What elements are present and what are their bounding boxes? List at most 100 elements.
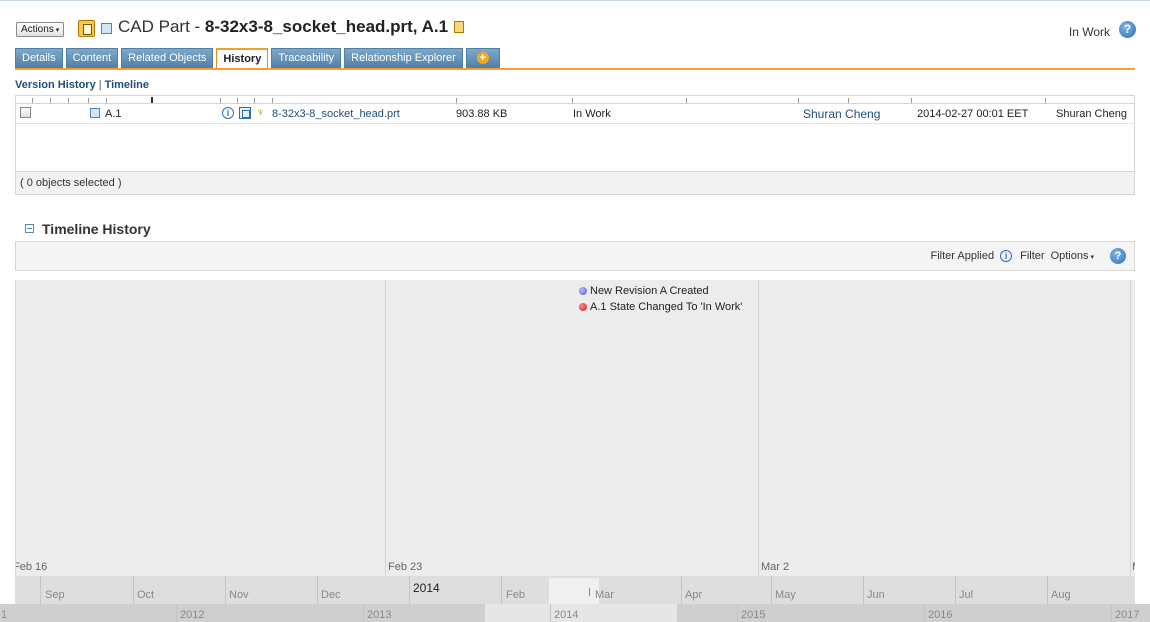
month-tick	[133, 576, 134, 604]
year-tick	[363, 604, 364, 622]
day-gridline	[385, 280, 386, 576]
month-tick	[317, 576, 318, 604]
options-label: Options	[1050, 250, 1089, 262]
year-tick	[924, 604, 925, 622]
month-label: Aug	[1051, 589, 1071, 601]
view-icon[interactable]	[239, 107, 251, 119]
timeline-event[interactable]: A.1 State Changed To 'In Work'	[579, 301, 742, 313]
year-label: 2013	[367, 609, 392, 621]
tab-relationship-explorer[interactable]: Relationship Explorer	[344, 48, 463, 68]
options-menu[interactable]: Options ▾	[1051, 250, 1094, 262]
column-divider[interactable]	[456, 98, 457, 103]
year-label: 2017	[1115, 609, 1140, 621]
column-divider[interactable]	[237, 98, 238, 103]
info-icon[interactable]: i	[1000, 250, 1013, 262]
column-divider[interactable]	[272, 98, 273, 103]
table-row[interactable]: A.1 i ♆ 8-32x3-8_socket_head.prt 903.88 …	[16, 104, 1134, 124]
chevron-down-icon: ▾	[55, 27, 60, 34]
timeline-month-band[interactable]: Sep Oct Nov Dec 2014 Feb Mar Apr May Jun…	[15, 576, 1135, 604]
month-tick	[40, 576, 41, 604]
column-divider[interactable]	[798, 98, 799, 103]
cad-part-icon	[101, 23, 112, 34]
column-divider[interactable]	[911, 98, 912, 103]
column-divider[interactable]	[572, 98, 573, 103]
add-icon: +	[476, 52, 489, 64]
column-divider[interactable]	[220, 98, 221, 103]
column-divider[interactable]	[50, 98, 51, 103]
day-label: Feb 16	[15, 561, 48, 573]
year-label: 2014	[554, 609, 579, 621]
column-divider[interactable]	[1045, 98, 1046, 103]
structure-icon[interactable]: ♆	[256, 106, 270, 119]
help-icon[interactable]: ?	[1110, 248, 1126, 264]
page-header: Actions ▾ CAD Part - 8-32x3-8_socket_head…	[0, 0, 1150, 44]
month-tick	[955, 576, 956, 604]
version-cell: A.1	[105, 108, 122, 120]
column-divider[interactable]	[32, 98, 33, 103]
current-date-marker	[589, 588, 590, 596]
column-divider[interactable]	[686, 98, 687, 103]
column-divider[interactable]	[254, 98, 255, 103]
column-divider[interactable]	[68, 98, 69, 103]
column-divider[interactable]	[88, 98, 89, 103]
version-history-link[interactable]: Version History	[15, 79, 96, 91]
actions-button[interactable]: Actions ▾	[16, 22, 65, 37]
timeline-window-indicator[interactable]	[549, 578, 599, 604]
document-icon[interactable]	[78, 20, 95, 37]
year-tick	[176, 604, 177, 622]
name-link[interactable]: 8-32x3-8_socket_head.prt	[272, 108, 400, 120]
sort-indicator[interactable]	[151, 97, 153, 103]
history-subnav: Version History | Timeline	[15, 79, 149, 91]
timeline-link[interactable]: Timeline	[105, 79, 149, 91]
tab-bar: Details Content Related Objects History …	[15, 48, 503, 68]
tab-details[interactable]: Details	[15, 48, 63, 68]
year-label: 2015	[741, 609, 766, 621]
month-tick	[771, 576, 772, 604]
year-tick	[737, 604, 738, 622]
timeline-section-header[interactable]: Timeline History	[25, 221, 151, 237]
timeline-year-band[interactable]: 1 2012 2013 2014 2015 2016 2017	[0, 604, 1150, 622]
tab-history[interactable]: History	[216, 48, 269, 68]
day-label: Feb 23	[388, 561, 423, 573]
row-checkbox[interactable]	[20, 107, 31, 118]
timeline-toolbar-actions: Filter Applied i Filter Options ▾ ?	[931, 248, 1126, 264]
modified-by-link[interactable]: Shuran Cheng	[803, 107, 880, 121]
date-cell: 2014-02-27 00:01 EET	[917, 108, 1029, 120]
timeline-event[interactable]: New Revision A Created	[579, 285, 709, 297]
object-type: CAD Part -	[118, 17, 205, 36]
collapse-icon[interactable]	[25, 224, 34, 233]
event-label: A.1 State Changed To 'In Work'	[590, 301, 743, 313]
month-label: Nov	[229, 589, 249, 601]
tab-traceability[interactable]: Traceability	[271, 48, 342, 68]
tab-content[interactable]: Content	[65, 48, 119, 68]
tab-related-objects[interactable]: Related Objects	[121, 48, 214, 68]
timeline-year-window[interactable]	[485, 604, 677, 622]
month-tick	[1047, 576, 1048, 604]
month-label: Sep	[45, 589, 65, 601]
month-label: Mar	[595, 589, 614, 601]
timeline-canvas[interactable]: Feb 16 Feb 23 Mar 2 Ma New Revision A Cr…	[15, 280, 1135, 576]
month-tick	[409, 576, 410, 604]
day-label: Ma	[1132, 561, 1135, 573]
day-gridline	[758, 280, 759, 576]
timeline-toolbar: Filter Applied i Filter Options ▾ ?	[15, 241, 1135, 271]
month-tick	[225, 576, 226, 604]
notes-icon[interactable]	[454, 21, 465, 33]
month-label: Apr	[685, 589, 703, 601]
month-tick	[501, 576, 502, 604]
info-icon[interactable]: i	[222, 107, 234, 119]
month-label: Jul	[959, 589, 974, 601]
help-icon[interactable]: ?	[1119, 21, 1136, 38]
month-label: Feb	[506, 589, 525, 601]
object-name: 8-32x3-8_socket_head.prt, A.1	[204, 17, 449, 36]
column-divider[interactable]	[106, 98, 107, 103]
version-table: A.1 i ♆ 8-32x3-8_socket_head.prt 903.88 …	[15, 95, 1135, 195]
day-label: Mar 2	[761, 561, 790, 573]
column-divider[interactable]	[848, 98, 849, 103]
add-tab-button[interactable]: +	[465, 48, 500, 68]
size-cell: 903.88 KB	[456, 108, 508, 120]
filter-button[interactable]: Filter	[1020, 250, 1044, 262]
month-label: Oct	[137, 589, 155, 601]
event-dot-icon	[579, 303, 587, 311]
year-tick	[1111, 604, 1112, 622]
